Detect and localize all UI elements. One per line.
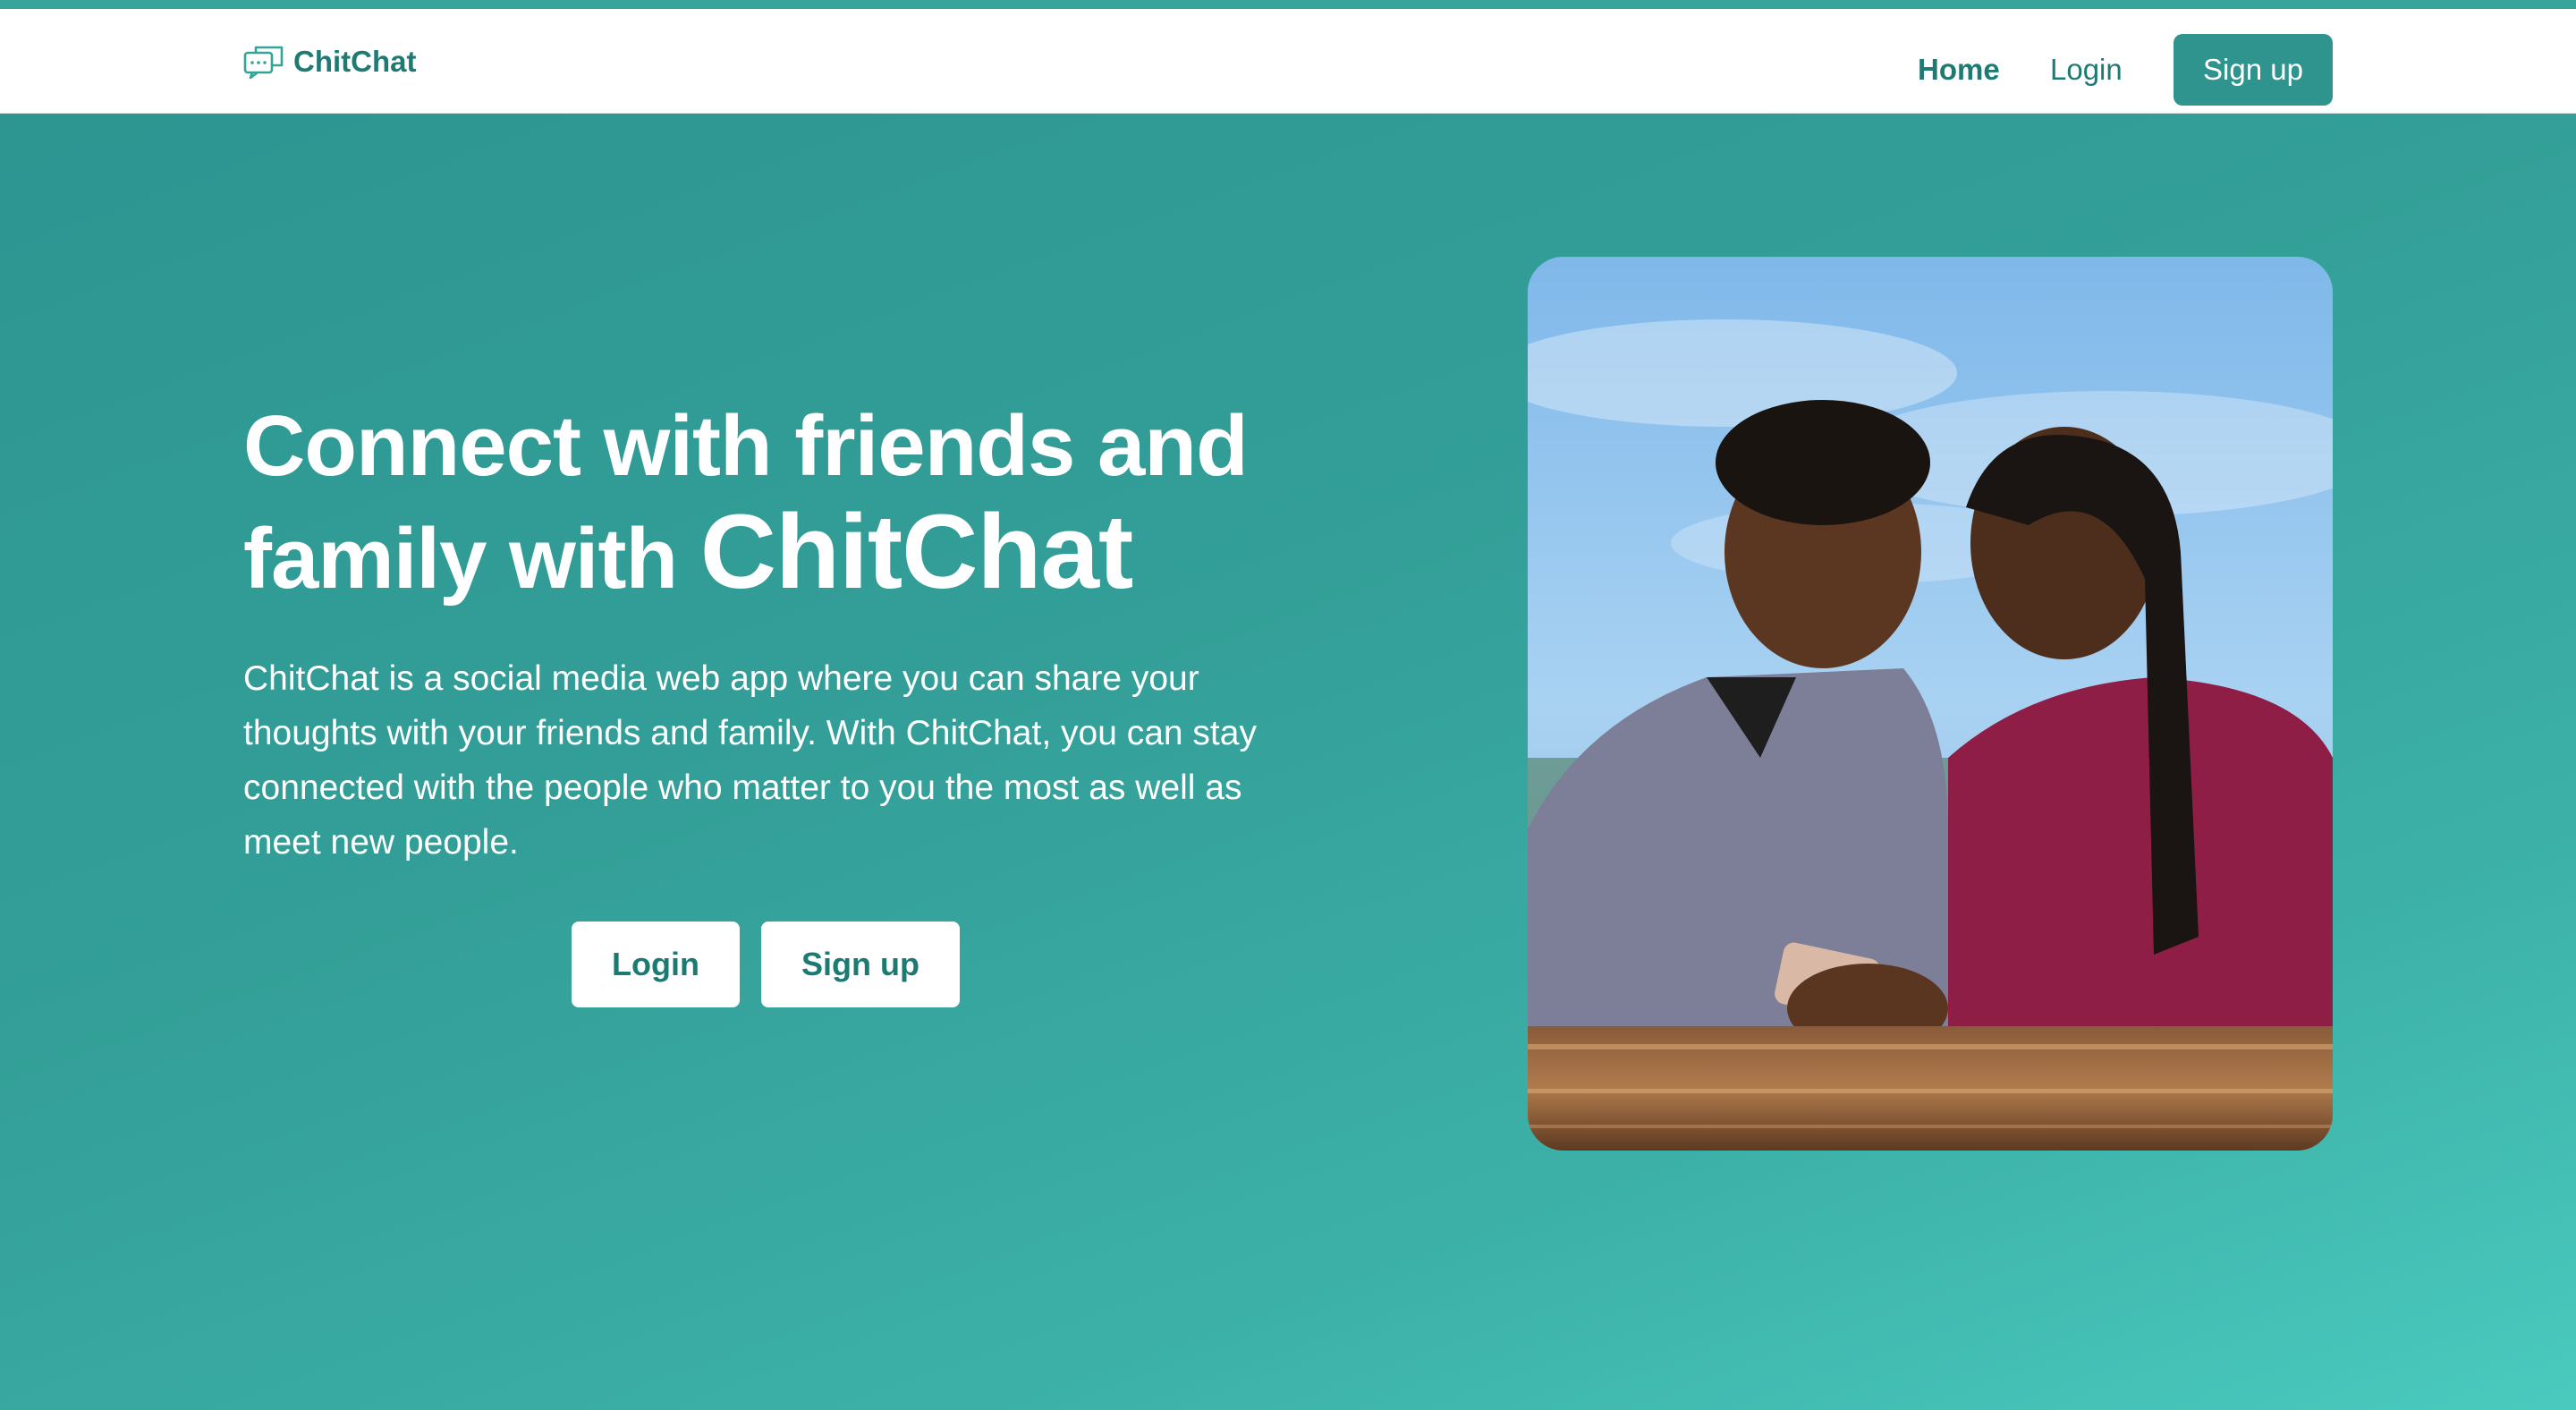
hero-signup-button[interactable]: Sign up (761, 922, 960, 1007)
hero-login-button[interactable]: Login (572, 922, 740, 1007)
hero-photo (1528, 257, 2333, 1151)
brand-logo-link[interactable]: ChitChat (243, 41, 416, 82)
navbar: ChitChat Home Login Sign up (0, 9, 2576, 114)
hero-title: Connect with friends and family with Chi… (243, 394, 1352, 612)
top-accent-strip (0, 0, 2576, 9)
chat-bubbles-icon (243, 44, 284, 80)
hero-title-line1: Connect with friends and (243, 398, 1249, 494)
brand-name: ChitChat (293, 45, 417, 78)
nav-home-link[interactable]: Home (1918, 48, 2000, 91)
hero-description: ChitChat is a social media web app where… (243, 659, 1257, 862)
nav-login-link[interactable]: Login (2050, 48, 2123, 91)
hero-title-line2-prefix: family with (243, 511, 678, 607)
hero-title-brand: ChitChat (699, 493, 1134, 611)
nav-signup-button[interactable]: Sign up (2174, 34, 2333, 106)
